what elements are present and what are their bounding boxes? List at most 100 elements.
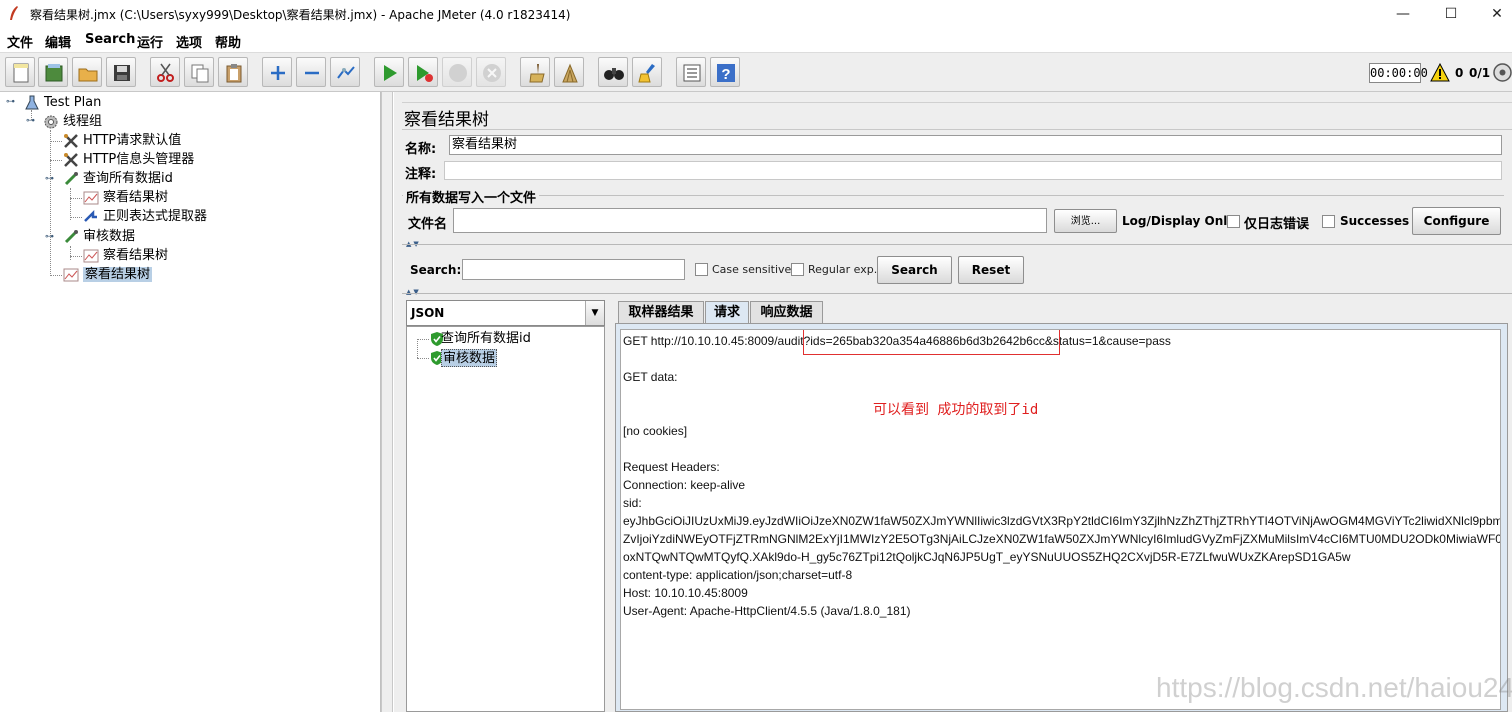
case-sensitive-checkbox[interactable] <box>695 263 708 276</box>
warning-icon[interactable] <box>1430 63 1450 83</box>
errors-only-label: 仅日志错误 <box>1244 217 1310 232</box>
collapse-arrows-icon[interactable]: ▲▼ <box>406 288 421 296</box>
open-button[interactable] <box>72 57 102 87</box>
clear-all-button[interactable] <box>554 57 584 87</box>
test-plan-tree: ⊶ ⊶ ⊶ ⊶ Test Plan 线程组 HTTP请求默认值 HTTP信息头管… <box>0 92 381 712</box>
search-button[interactable] <box>598 57 628 87</box>
menu-edit[interactable]: 编辑 <box>45 32 71 51</box>
tree-item-query-sampler[interactable]: 查询所有数据id <box>63 169 173 188</box>
configure-button[interactable]: Configure <box>1412 207 1501 235</box>
renderer-select[interactable]: JSON ▼ <box>406 300 605 326</box>
tree-item-audit-listener[interactable]: 察看结果树 <box>83 246 168 265</box>
result-item-audit[interactable]: 审核数据 <box>441 349 498 367</box>
request-tab-panel: GET http://10.10.10.45:8009/audit?ids=26… <box>615 323 1508 712</box>
tree-item-label: HTTP信息头管理器 <box>83 152 195 167</box>
request-line: eyJhbGciOiJIUzUxMiJ9.eyJzdWIiOiJzeXN0ZW1… <box>623 514 1501 528</box>
tree-item-label: 察看结果树 <box>103 190 169 205</box>
results-splitter[interactable] <box>607 300 613 712</box>
reset-search-button[interactable] <box>632 57 662 87</box>
request-line: ZvIjoiYzdiNWEyOTFjZTRmNGNlM2ExYjI1MWIzY2… <box>623 532 1501 546</box>
request-line: sid: <box>623 496 642 510</box>
toggle-button[interactable] <box>330 57 360 87</box>
help-button[interactable]: ? <box>710 57 740 87</box>
tree-item-query-listener[interactable]: 察看结果树 <box>83 188 168 207</box>
tree-item-audit-sampler[interactable]: 审核数据 <box>63 227 135 246</box>
shutdown-button[interactable] <box>476 57 506 87</box>
function-helper-button[interactable] <box>676 57 706 87</box>
active-thread-count: 0/1 <box>1469 66 1491 80</box>
cut-button[interactable] <box>150 57 180 87</box>
clear-button[interactable] <box>520 57 550 87</box>
tree-item-http-defaults[interactable]: HTTP请求默认值 <box>63 131 181 150</box>
tree-item-root-listener[interactable]: 察看结果树 <box>63 265 153 284</box>
reset-button[interactable]: Reset <box>958 256 1024 284</box>
request-line: User-Agent: Apache-HttpClient/4.5.5 (Jav… <box>623 604 911 618</box>
browse-button[interactable]: 浏览... <box>1054 209 1117 233</box>
close-button[interactable]: ✕ <box>1474 2 1512 26</box>
tree-toggle[interactable]: ⊶ <box>6 98 15 107</box>
menu-options[interactable]: 选项 <box>176 32 202 51</box>
stop-button[interactable] <box>442 57 472 87</box>
graph-icon <box>63 268 79 281</box>
tree-item-thread-group[interactable]: 线程组 <box>43 112 102 131</box>
clear-icon <box>529 64 545 83</box>
start-button[interactable] <box>374 57 404 87</box>
tree-item-regex-extractor[interactable]: 正则表达式提取器 <box>83 207 207 226</box>
panel-title: 察看结果树 <box>404 110 489 130</box>
tree-item-header-manager[interactable]: HTTP信息头管理器 <box>63 150 194 169</box>
start-icon <box>384 65 397 81</box>
graph-icon <box>83 191 99 204</box>
tree-item-test-plan[interactable]: Test Plan <box>24 93 101 112</box>
shutdown-icon <box>483 64 501 82</box>
menu-help[interactable]: 帮助 <box>215 32 241 51</box>
comment-field[interactable] <box>444 161 1502 180</box>
tree-toggle[interactable]: ⊶ <box>26 117 35 126</box>
wrench-icon <box>64 133 78 148</box>
regex-checkbox[interactable] <box>791 263 804 276</box>
request-line: Connection: keep-alive <box>623 478 746 492</box>
jmeter-feather-icon <box>10 6 18 20</box>
maximize-button[interactable]: ☐ <box>1428 2 1474 26</box>
tree-toggle[interactable]: ⊶ <box>45 175 54 184</box>
name-field[interactable]: 察看结果树 <box>449 135 1502 155</box>
menu-bar: 文件 编辑 Search 运行 选项 帮助 <box>0 28 1512 52</box>
tab-sampler-result[interactable]: 取样器结果 <box>618 301 704 323</box>
copy-button[interactable] <box>184 57 214 87</box>
start-no-pause-button[interactable] <box>408 57 438 87</box>
minimize-button[interactable]: — <box>1380 2 1426 26</box>
panel-divider <box>402 244 1512 245</box>
expand-all-button[interactable] <box>262 57 292 87</box>
case-sensitive-label: Case sensitive <box>712 263 792 276</box>
start-no-pause-icon <box>417 65 433 82</box>
tree-connector <box>50 275 62 276</box>
pane-splitter[interactable] <box>381 92 393 712</box>
menu-search[interactable]: Search <box>85 32 135 47</box>
save-button[interactable] <box>106 57 136 87</box>
tree-item-label: 线程组 <box>63 114 103 129</box>
open-icon <box>78 68 98 82</box>
menu-run[interactable]: 运行 <box>137 32 163 51</box>
result-item-query[interactable]: 查询所有数据id <box>441 330 531 348</box>
errors-only-checkbox[interactable] <box>1227 215 1240 228</box>
search-input[interactable] <box>462 259 685 280</box>
pipette-icon <box>64 171 78 185</box>
templates-button[interactable] <box>38 57 68 87</box>
clear-all-icon <box>562 63 578 83</box>
stop-icon <box>449 64 467 82</box>
filename-field[interactable] <box>453 208 1047 233</box>
panel-divider <box>402 129 1512 130</box>
collapse-all-button[interactable] <box>296 57 326 87</box>
successes-checkbox[interactable] <box>1322 215 1335 228</box>
renderer-selected-value: JSON <box>411 306 445 320</box>
menu-file[interactable]: 文件 <box>7 32 33 51</box>
tab-response-data[interactable]: 响应数据 <box>750 301 823 323</box>
paste-button[interactable] <box>218 57 248 87</box>
new-button[interactable] <box>5 57 35 87</box>
request-line: GET data: <box>623 370 678 384</box>
tab-request[interactable]: 请求 <box>705 301 749 324</box>
search-submit-button[interactable]: Search <box>877 256 952 284</box>
log-display-label: Log/Display Only: <box>1122 214 1240 228</box>
request-text-area[interactable]: GET http://10.10.10.45:8009/audit?ids=26… <box>620 329 1501 710</box>
flask-icon <box>25 95 39 109</box>
tree-toggle[interactable]: ⊶ <box>45 233 54 242</box>
